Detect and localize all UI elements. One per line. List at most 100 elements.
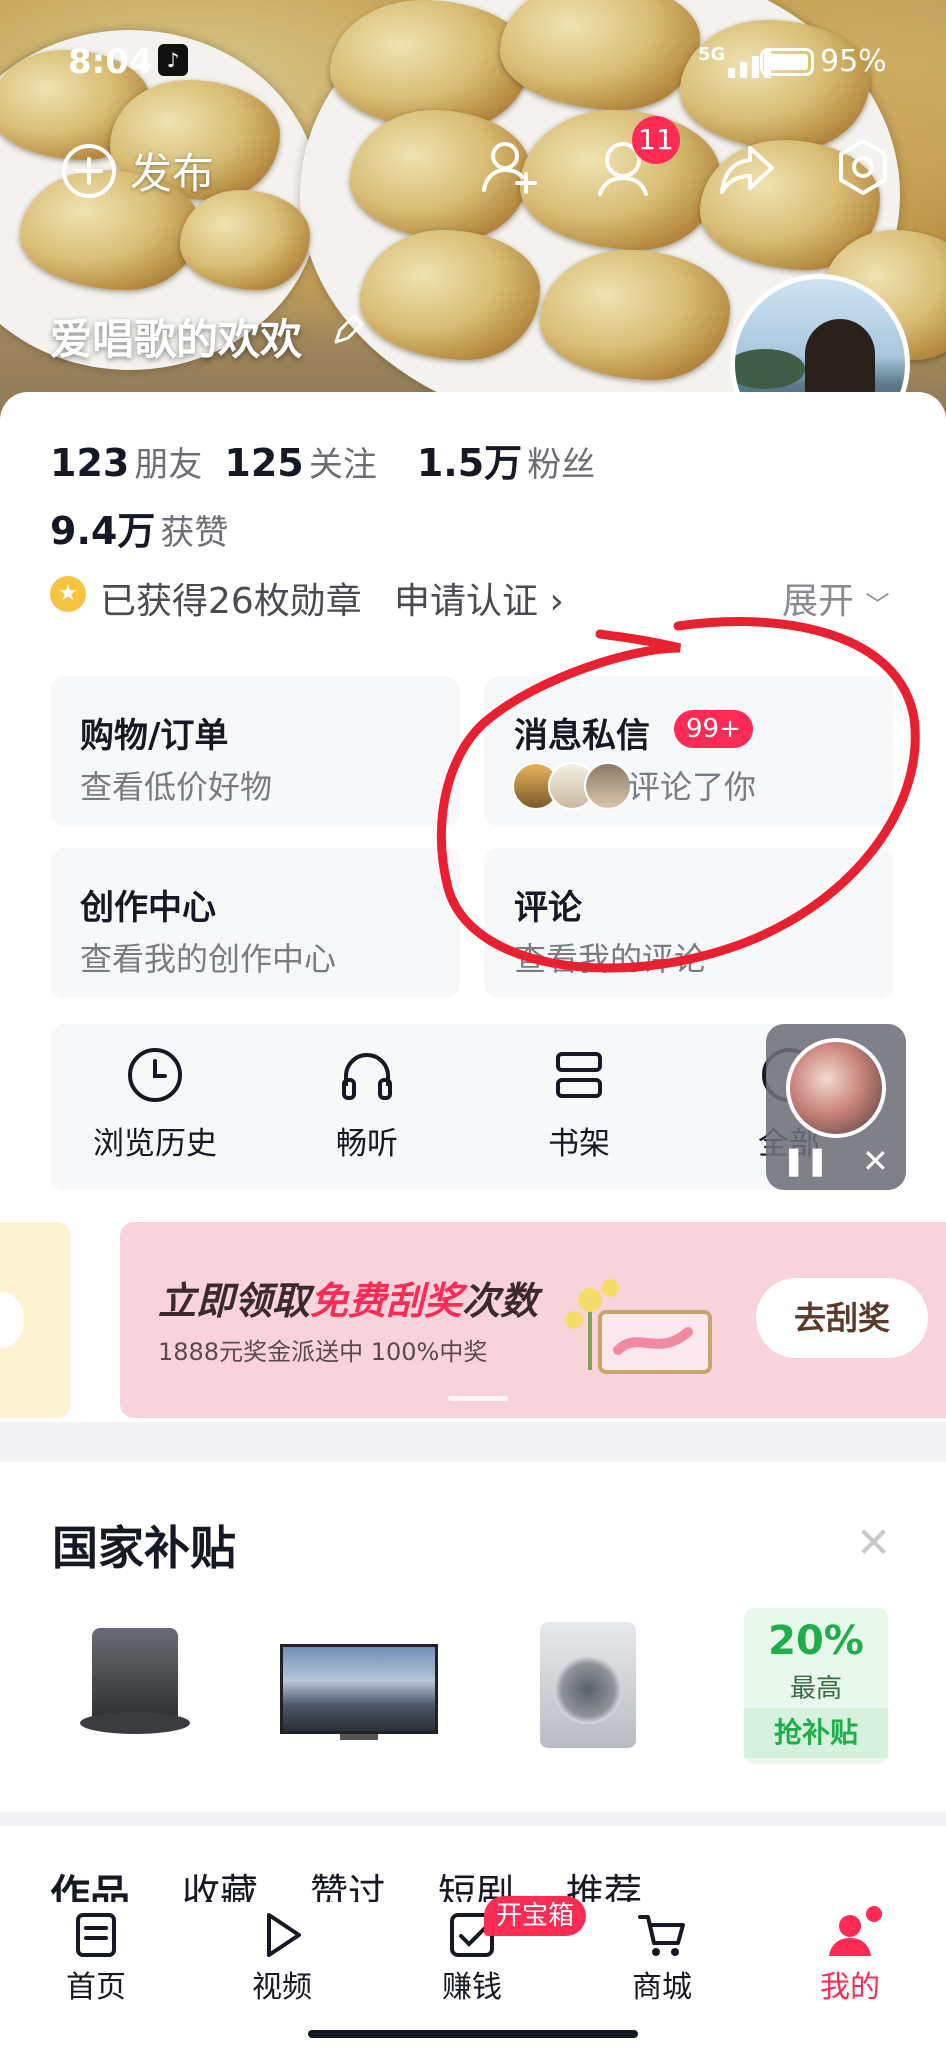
bottom-area: 作品 收藏 赞过 短剧 推荐 首页 视频 赚钱 开宝箱 商城 我的 <box>0 1826 946 2048</box>
status-time: 8:04 <box>68 42 153 82</box>
add-friend-icon[interactable] <box>478 136 540 198</box>
username: 爱唱歌的欢欢 <box>50 315 303 364</box>
play-icon <box>267 1913 301 1957</box>
fans-stat[interactable]: 1.5万 粉丝 <box>417 432 595 487</box>
tile-creator-center[interactable]: 创作中心 查看我的创作中心 <box>50 848 460 998</box>
following-stat[interactable]: 125 关注 <box>224 437 376 486</box>
friends-label: 朋友 <box>134 445 203 485</box>
bottom-nav: 首页 视频 赚钱 开宝箱 商城 我的 <box>0 1896 946 2048</box>
headphones-icon <box>342 1053 392 1100</box>
nav-mall[interactable]: 商城 <box>602 1910 722 2006</box>
product-robot-vacuum[interactable] <box>70 1622 200 1742</box>
publish-label: 发布 <box>130 149 215 198</box>
tile-subtitle: 评论了你 <box>628 768 757 806</box>
banner-prev-peek[interactable] <box>0 1222 70 1418</box>
tool-listen[interactable]: 畅听 <box>262 1046 472 1163</box>
subsidy-title: 国家补贴 <box>52 1521 236 1575</box>
tile-comments[interactable]: 评论 查看我的评论 <box>484 848 894 998</box>
share-icon[interactable] <box>716 138 778 200</box>
tile-title: 购物/订单 <box>80 716 229 756</box>
nav-home[interactable]: 首页 <box>36 1910 156 2006</box>
network-indicator: 5G <box>698 44 726 65</box>
unread-dot <box>866 1906 882 1922</box>
verify-link[interactable]: 申请认证 › <box>394 572 564 624</box>
profile-card: 123 朋友 125 关注 1.5万 粉丝 9.4万 获赞 ★ 已获得26枚勋章… <box>0 392 946 1422</box>
dumpling <box>180 190 310 290</box>
stats-row: 123 朋友 125 关注 1.5万 粉丝 <box>50 432 595 487</box>
tile-messages[interactable]: 消息私信 99+ 评论了你 <box>484 676 894 826</box>
tab-recommend[interactable]: 推荐 <box>566 1862 642 1902</box>
expand-button[interactable]: 展开 ﹀ <box>782 572 889 624</box>
banner-title-highlight: 免费刮奖 <box>310 1279 463 1323</box>
nav-label: 首页 <box>66 1970 126 2005</box>
dumpling <box>360 230 540 360</box>
plus-circle-icon <box>60 142 118 200</box>
tile-shopping-orders[interactable]: 购物/订单 查看低价好物 <box>50 676 460 826</box>
tool-label: 浏览历史 <box>93 1126 217 1162</box>
message-count-badge: 99+ <box>674 710 753 748</box>
edit-pencil-icon[interactable] <box>330 314 364 348</box>
tool-history[interactable]: 浏览历史 <box>50 1046 260 1163</box>
product-washing-machine[interactable] <box>540 1622 636 1748</box>
likes-label: 获赞 <box>160 513 229 553</box>
scratch-button[interactable]: 去刮奖 <box>756 1278 928 1358</box>
floating-player[interactable]: ❚❚ ✕ <box>766 1024 906 1190</box>
clock-icon <box>128 1048 182 1102</box>
content-tabs: 作品 收藏 赞过 短剧 推荐 <box>50 1862 910 1902</box>
pause-icon[interactable]: ❚❚ <box>782 1144 829 1177</box>
banner-subtitle: 1888元奖金派送中 100%中奖 <box>158 1338 488 1366</box>
tile-title: 创作中心 <box>80 888 216 928</box>
nav-label: 商城 <box>632 1970 692 2005</box>
subsidy-percent-label: 最高 <box>789 1674 842 1704</box>
product-tv[interactable] <box>280 1644 438 1740</box>
tab-favorites[interactable]: 收藏 <box>182 1862 258 1902</box>
nav-video[interactable]: 视频 <box>222 1910 342 2006</box>
banner-title-suffix: 次数 <box>462 1279 539 1323</box>
dumpling <box>540 250 730 380</box>
dumpling <box>680 20 870 150</box>
publish-button[interactable]: 发布 <box>60 140 214 201</box>
tile-subtitle: 查看我的评论 <box>514 940 707 978</box>
following-label: 关注 <box>308 445 377 485</box>
tool-label: 畅听 <box>336 1126 398 1162</box>
subsidy-percent: 20% <box>768 1618 864 1664</box>
expand-label: 展开 <box>782 581 855 622</box>
cart-icon <box>638 1915 685 1956</box>
tab-works[interactable]: 作品 <box>50 1862 130 1902</box>
fans-count: 1.5万 <box>416 441 523 485</box>
home-doc-icon <box>76 1913 116 1957</box>
close-icon[interactable]: ✕ <box>856 1518 891 1567</box>
tool-bookshelf[interactable]: 书架 <box>474 1046 684 1163</box>
nav-me[interactable]: 我的 <box>790 1910 910 2006</box>
settings-icon[interactable] <box>832 136 894 198</box>
friends-stat[interactable]: 123 朋友 <box>50 437 202 486</box>
tab-liked[interactable]: 赞过 <box>310 1862 386 1902</box>
tile-title: 评论 <box>514 888 582 928</box>
home-indicator <box>308 2030 638 2038</box>
subsidy-cta: 抢补贴 <box>744 1708 888 1758</box>
avatar <box>584 762 632 810</box>
carousel-indicator <box>448 1396 508 1401</box>
tool-label: 书架 <box>548 1126 610 1162</box>
likes-stat[interactable]: 9.4万 获赞 <box>50 500 228 555</box>
subsidy-offer-card[interactable]: 20% 最高 抢补贴 <box>744 1608 888 1764</box>
tile-title: 消息私信 <box>514 716 650 756</box>
medal-icon: ★ <box>50 576 86 612</box>
nav-label: 我的 <box>820 1970 880 2005</box>
player-cover <box>786 1038 886 1138</box>
chevron-down-icon: ﹀ <box>865 591 890 619</box>
fans-label: 粉丝 <box>527 445 596 485</box>
tiktok-app-icon: ♪ <box>158 44 188 76</box>
commenter-avatars <box>512 762 632 810</box>
tile-subtitle: 查看我的创作中心 <box>80 940 337 978</box>
scratch-lottery-banner[interactable]: 立即领取免费刮奖次数 1888元奖金派送中 100%中奖 去刮奖 <box>120 1222 946 1418</box>
following-count: 125 <box>224 441 304 485</box>
banner-title: 立即领取免费刮奖次数 <box>158 1270 538 1325</box>
battery-icon <box>760 48 814 76</box>
national-subsidy-section: 国家补贴 ✕ 20% 最高 抢补贴 <box>0 1462 946 1812</box>
nav-label: 视频 <box>252 1970 312 2005</box>
medals-link[interactable]: 已获得26枚勋章 <box>100 572 362 624</box>
friends-count: 123 <box>50 441 130 485</box>
notification-badge: 11 <box>632 116 680 164</box>
close-icon[interactable]: ✕ <box>862 1142 889 1180</box>
